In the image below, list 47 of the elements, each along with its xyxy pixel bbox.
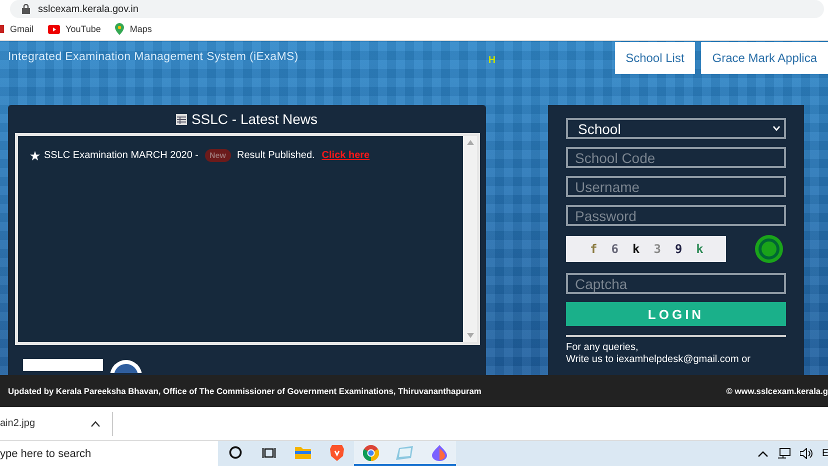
- mail-icon: [0, 25, 4, 33]
- table-icon: [176, 114, 188, 124]
- help-text: Write us to iexamhelpdesk@gmail.com or: [566, 354, 752, 366]
- file-name: ain2.jpg: [0, 418, 36, 429]
- nav-tab[interactable]: Grace Mark Applica: [701, 42, 828, 74]
- news-title: SSLC - Latest News: [191, 111, 318, 127]
- news-text: SSLC Examination MARCH 2020 -: [44, 150, 199, 161]
- nav-tab[interactable]: School List: [614, 42, 696, 74]
- chevron-up-icon[interactable]: [758, 450, 768, 456]
- chevron-up-icon[interactable]: [91, 420, 100, 426]
- star-icon: [30, 150, 40, 160]
- notepad-icon: [396, 446, 414, 460]
- download-item[interactable]: ain2.jpg: [0, 412, 114, 436]
- droplet-icon: [432, 444, 446, 460]
- news-text: Result Published.: [236, 150, 315, 161]
- circle-icon: [228, 446, 242, 459]
- copyright-text: © www.sslcexam.kerala.g: [726, 386, 828, 396]
- bookmark-link[interactable]: YouTube: [48, 24, 101, 34]
- search-field[interactable]: ype here to search: [0, 441, 218, 466]
- new-badge: New: [204, 149, 231, 162]
- task-view-icon: [262, 446, 276, 458]
- site-title: Integrated Examination Management System (iExaMS): [8, 51, 298, 63]
- url-text: sslcexam.kerala.gov.in: [38, 4, 138, 14]
- captcha-field[interactable]: Captcha: [566, 273, 786, 294]
- network-icon[interactable]: [777, 448, 791, 459]
- play-icon: [48, 24, 60, 34]
- text-field[interactable]: School Code: [566, 147, 786, 168]
- bookmark-link[interactable]: Gmail: [0, 24, 34, 34]
- address-bar[interactable]: sslcexam.kerala.gov.in: [10, 0, 824, 18]
- marquee-text: H: [488, 55, 496, 66]
- chevron-down-icon: [773, 126, 780, 131]
- chrome-icon: [363, 444, 379, 460]
- footer-text: Updated by Kerala Pareeksha Bhavan, Office of The Commissioner of Government Examinations, Thiruvananthapuram: [8, 386, 482, 396]
- lion-shield-icon: [330, 444, 344, 460]
- text-field[interactable]: Username: [566, 176, 786, 197]
- map-pin-icon: [114, 23, 124, 35]
- lock-icon: [22, 4, 30, 14]
- click-here-link[interactable]: Click here: [322, 150, 370, 161]
- captcha-image: f 6 k 3 9 k: [566, 236, 726, 262]
- bookmark-link[interactable]: Maps: [114, 23, 152, 35]
- language-indicator[interactable]: E: [822, 448, 828, 459]
- folder-icon: [295, 446, 311, 459]
- help-text: For any queries,: [566, 342, 640, 354]
- text-field[interactable]: Password: [566, 205, 786, 226]
- role-select[interactable]: School: [566, 118, 786, 139]
- speaker-icon[interactable]: [800, 448, 813, 459]
- refresh-icon[interactable]: [754, 234, 784, 264]
